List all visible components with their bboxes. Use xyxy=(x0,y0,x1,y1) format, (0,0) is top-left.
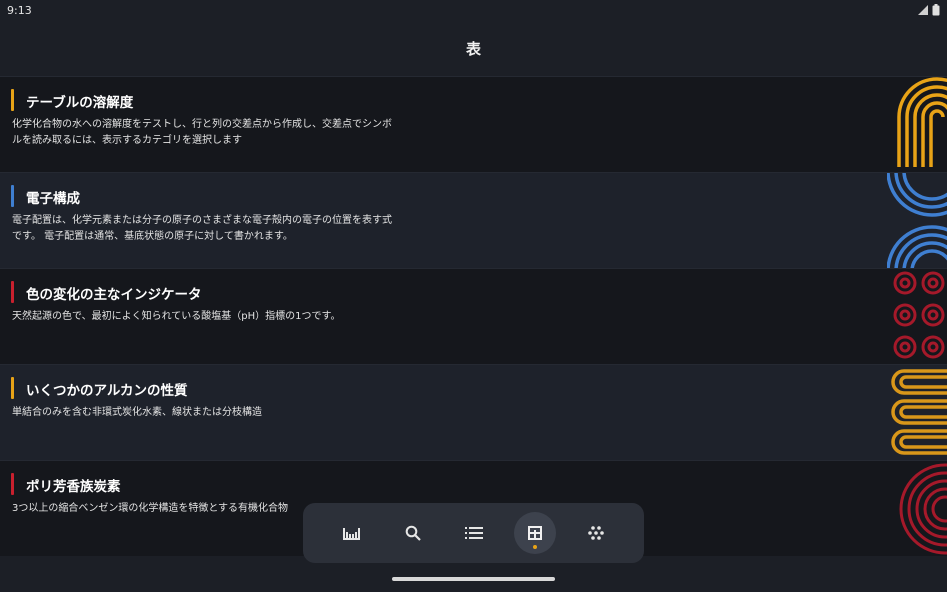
ring-pattern-icon xyxy=(893,271,945,359)
list-item-description: 天然起源の色で、最初によく知られている酸塩基（pH）指標の1つです。 xyxy=(12,311,341,322)
status-icons xyxy=(918,4,940,16)
nav-molecule-button[interactable] xyxy=(575,512,617,554)
periodic-chart-icon xyxy=(342,528,360,540)
accent-bar xyxy=(11,89,14,111)
active-indicator-dot xyxy=(532,545,537,549)
arch-pattern-icon xyxy=(897,77,947,167)
list-item-solubility[interactable]: テーブルの溶解度 化学化合物の水への溶解度をテストし、行と列の交差点から作成し、… xyxy=(0,76,947,172)
battery-icon xyxy=(932,4,940,16)
home-indicator[interactable] xyxy=(392,577,555,581)
list-item-description: 単結合のみを含む非環式炭化水素、線状または分枝構造 xyxy=(12,407,262,418)
list-icon xyxy=(464,527,483,539)
list-item-description: 化学化合物の水への溶解度をテストし、行と列の交差点から作成し、交差点でシンボルを… xyxy=(12,119,392,146)
table-list: テーブルの溶解度 化学化合物の水への溶解度をテストし、行と列の交差点から作成し、… xyxy=(0,76,947,556)
list-item-alkanes[interactable]: いくつかのアルカンの性質 単結合のみを含む非環式炭化水素、線状または分枝構造 xyxy=(0,364,947,460)
table-icon xyxy=(527,526,542,540)
bottom-nav xyxy=(303,503,644,563)
loop-pattern-icon xyxy=(891,369,947,455)
molecule-icon xyxy=(587,526,604,540)
app-header: 表 xyxy=(0,20,947,76)
nav-periodic-chart-button[interactable] xyxy=(331,512,373,554)
list-item-electron-config[interactable]: 電子構成 電子配置は、化学元素または分子の原子のさまざまな電子殻内の電子の位置を… xyxy=(0,172,947,268)
search-icon xyxy=(405,525,421,541)
list-item-title: 電子構成 xyxy=(26,191,80,207)
status-time: 9:13 xyxy=(7,3,32,17)
list-item-title: 色の変化の主なインジケータ xyxy=(26,287,202,303)
list-item-title: テーブルの溶解度 xyxy=(26,95,134,111)
nav-search-button[interactable] xyxy=(392,512,434,554)
list-item-title: ポリ芳香族炭素 xyxy=(26,479,121,495)
accent-bar xyxy=(11,281,14,303)
status-bar: 9:13 xyxy=(0,0,947,20)
list-item-indicators[interactable]: 色の変化の主なインジケータ 天然起源の色で、最初によく知られている酸塩基（pH）… xyxy=(0,268,947,364)
list-item-description: 電子配置は、化学元素または分子の原子のさまざまな電子殻内の電子の位置を表す式です… xyxy=(12,215,392,242)
accent-bar xyxy=(11,185,14,207)
page-title: 表 xyxy=(465,39,481,58)
accent-bar xyxy=(11,377,14,399)
signal-icon xyxy=(918,5,928,15)
nav-list-button[interactable] xyxy=(453,512,495,554)
concentric-pattern-icon xyxy=(899,463,947,555)
accent-bar xyxy=(11,473,14,495)
list-item-title: いくつかのアルカンの性質 xyxy=(26,383,188,399)
nav-table-button[interactable] xyxy=(513,512,556,554)
wave-pattern-icon xyxy=(887,173,947,268)
